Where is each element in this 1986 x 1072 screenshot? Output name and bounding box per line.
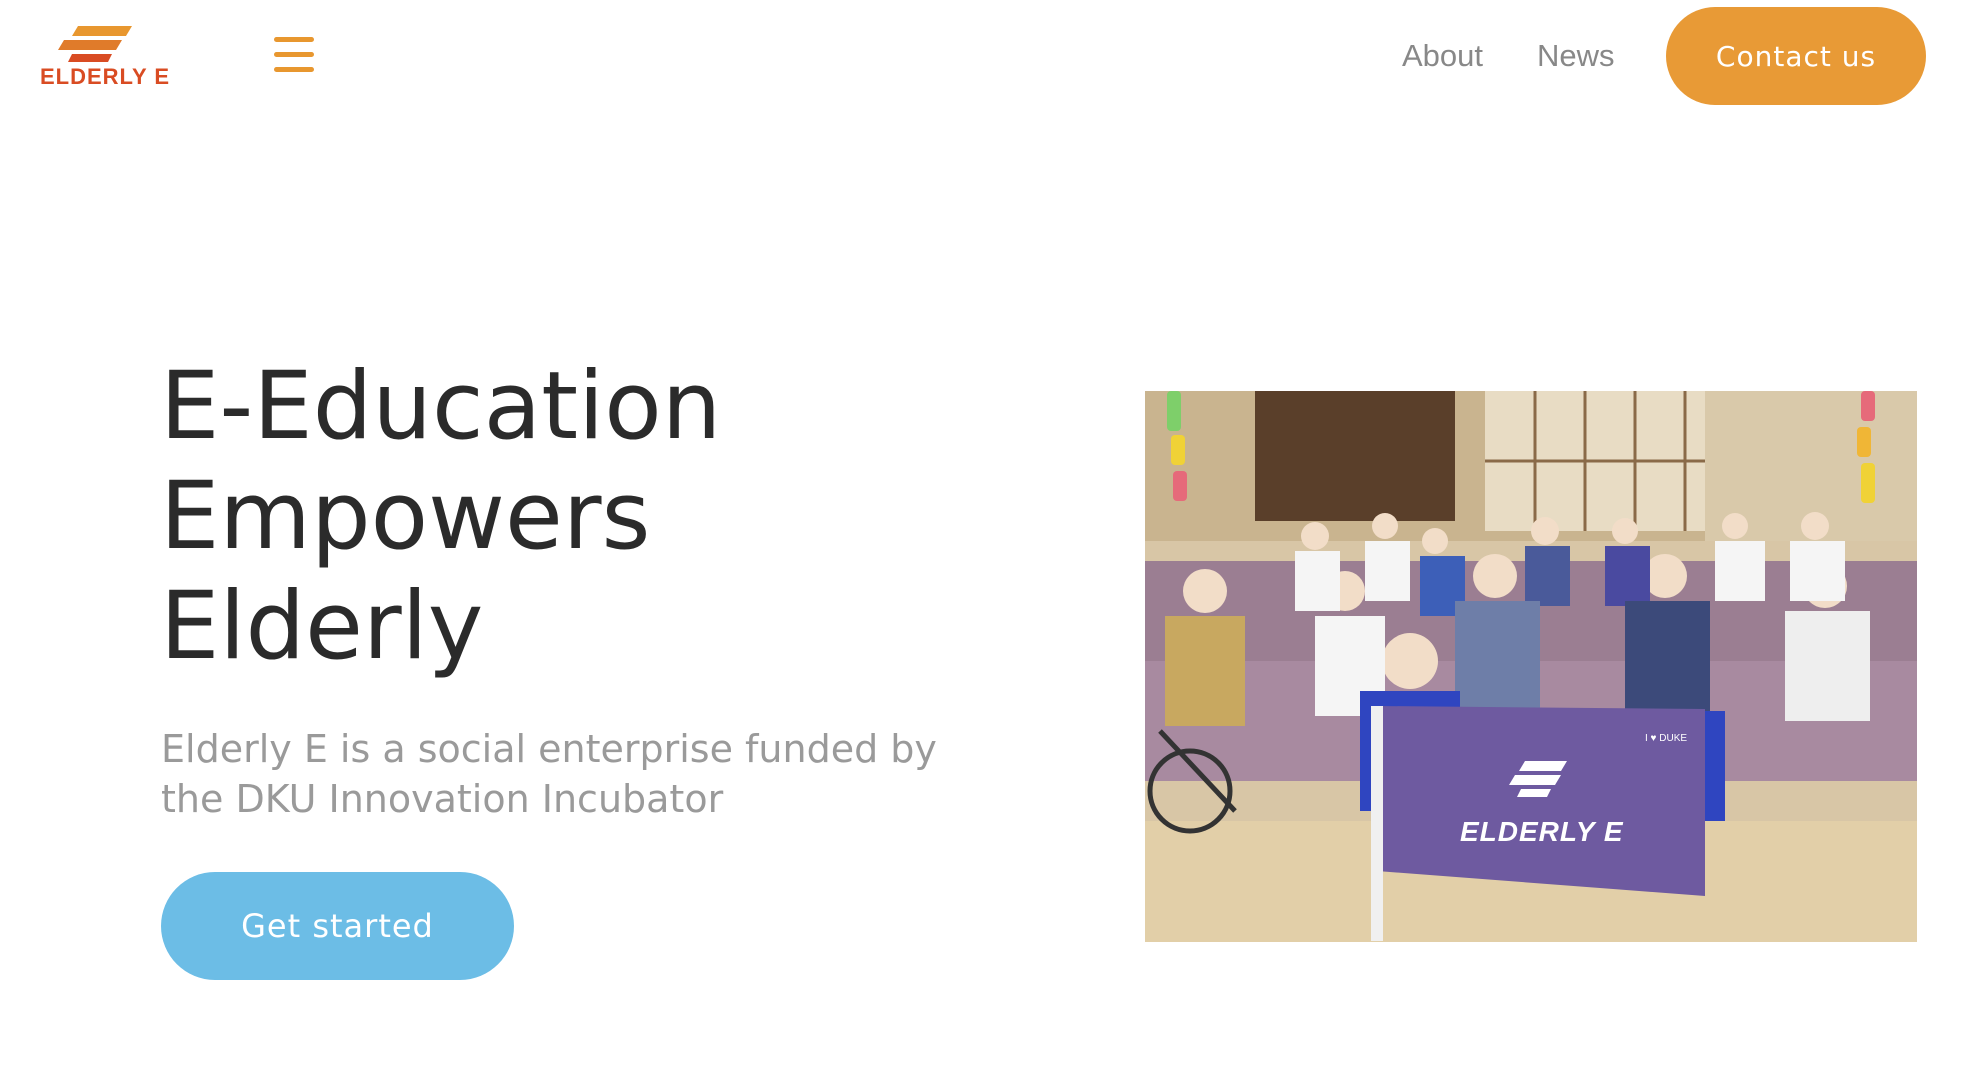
logo-text: ELDERLY E <box>40 64 171 89</box>
hero-group-photo: ELDERLY E I ♥ DUKE <box>1145 391 1917 942</box>
hero-title-line-2: Empowers <box>160 462 651 571</box>
hero-title: E-Education Empowers Elderly <box>160 352 721 682</box>
hero-subtitle-line-2: the DKU Innovation Incubator <box>161 777 724 821</box>
logo-mark-icon <box>58 26 132 62</box>
contact-us-button[interactable]: Contact us <box>1666 7 1926 105</box>
get-started-button[interactable]: Get started <box>161 872 514 980</box>
nav-link-about[interactable]: About <box>1402 38 1483 74</box>
nav-link-news[interactable]: News <box>1537 38 1615 74</box>
page: ELDERLY E About News Contact us E-Educat… <box>0 0 1986 1072</box>
flag-logo-text: ELDERLY E <box>1460 816 1624 847</box>
hero-title-line-3: Elderly <box>160 572 484 681</box>
hero-subtitle-line-1: Elderly E is a social enterprise funded … <box>161 727 937 771</box>
hamburger-menu-icon[interactable] <box>274 37 316 75</box>
elderly-e-logo[interactable]: ELDERLY E <box>38 22 171 89</box>
shirt-badge-text: I ♥ DUKE <box>1645 733 1687 744</box>
hero-title-line-1: E-Education <box>160 352 722 461</box>
hero-subtitle: Elderly E is a social enterprise funded … <box>161 724 961 824</box>
